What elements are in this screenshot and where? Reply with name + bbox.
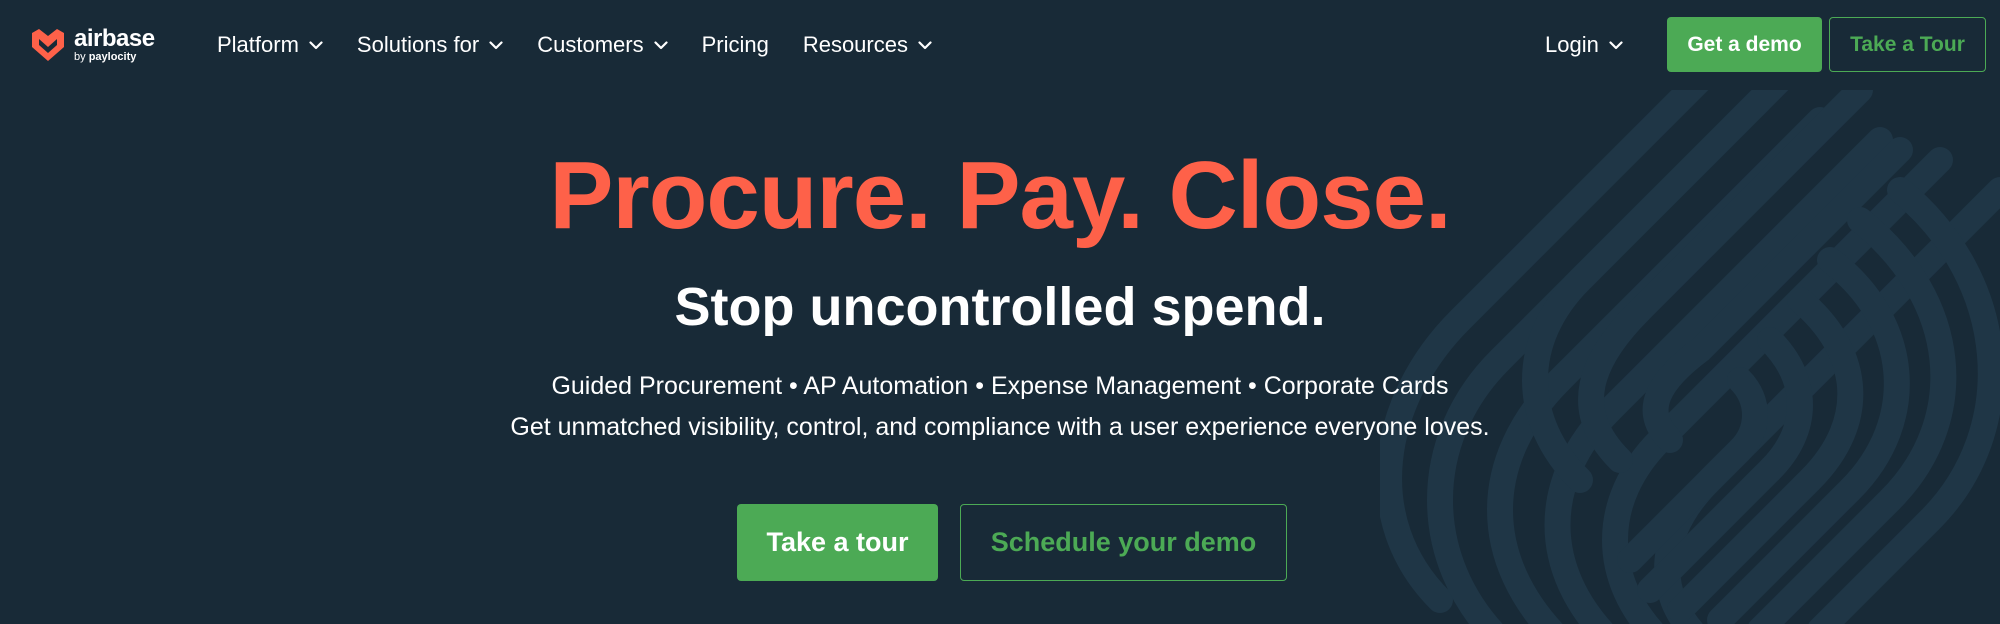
hero-subtitle: Stop uncontrolled spend. [674, 277, 1326, 337]
schedule-demo-button[interactable]: Schedule your demo [960, 504, 1287, 581]
take-a-tour-header-button[interactable]: Take a Tour [1829, 17, 1986, 72]
get-a-demo-button[interactable]: Get a demo [1667, 17, 1822, 72]
chevron-down-icon [309, 40, 323, 49]
chevron-down-icon [918, 40, 932, 49]
brand-name: airbase [74, 25, 155, 52]
login-label: Login [1545, 32, 1599, 57]
nav-item-resources[interactable]: Resources [803, 32, 932, 58]
nav-item-solutions[interactable]: Solutions for [357, 32, 503, 58]
login-menu[interactable]: Login [1545, 0, 1623, 90]
nav-item-label: Resources [802, 32, 908, 57]
main-menu: Platform Solutions for Customers Pricing… [217, 0, 966, 90]
airbase-shield-icon [32, 29, 64, 61]
hero-tagline: Get unmatched visibility, control, and c… [510, 413, 1490, 441]
nav-item-platform[interactable]: Platform [217, 32, 323, 58]
hero-features-line: Guided Procurement • AP Automation • Exp… [551, 372, 1449, 400]
nav-item-label: Pricing [701, 32, 769, 57]
take-a-tour-button[interactable]: Take a tour [737, 504, 938, 581]
brand-subline: by paylocity [74, 51, 137, 63]
hero-title: Procure. Pay. Close. [549, 142, 1451, 249]
nav-item-label: Solutions for [356, 32, 480, 57]
airbase-logo[interactable]: airbase by paylocity [30, 27, 155, 63]
chevron-down-icon [1609, 40, 1623, 49]
nav-item-customers[interactable]: Customers [537, 32, 668, 58]
nav-item-label: Customers [537, 32, 644, 57]
chevron-down-icon [489, 40, 503, 49]
top-navigation: airbase by paylocity Platform Solutions … [0, 0, 2000, 90]
nav-item-pricing[interactable]: Pricing [702, 32, 769, 58]
nav-item-label: Platform [217, 32, 299, 57]
chevron-down-icon [653, 40, 668, 49]
